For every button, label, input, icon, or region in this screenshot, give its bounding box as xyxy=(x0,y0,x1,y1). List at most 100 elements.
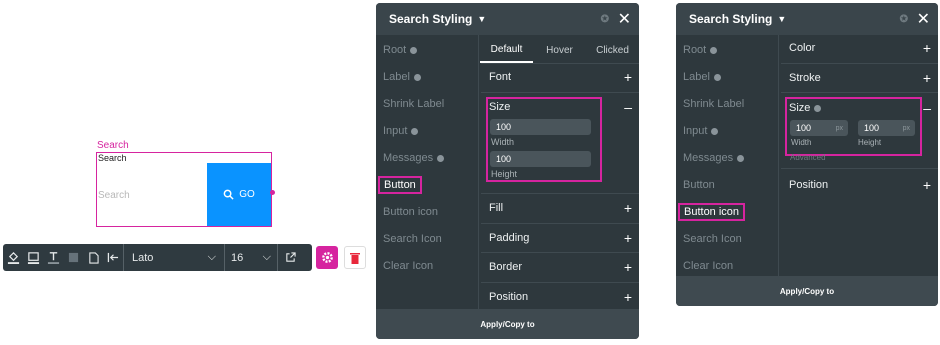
text-color-icon[interactable] xyxy=(43,244,63,271)
apply-copy-button[interactable]: Apply/Copy to xyxy=(676,276,938,306)
sidebar-item-label: Button icon xyxy=(684,206,740,218)
section-label: Size xyxy=(489,101,511,113)
fill-bucket-icon[interactable] xyxy=(3,244,23,271)
sidebar-item-button-icon[interactable]: Button icon xyxy=(678,203,746,221)
border-icon[interactable] xyxy=(23,244,43,271)
apply-copy-button[interactable]: Apply/Copy to xyxy=(376,309,639,339)
tab-default[interactable]: Default xyxy=(480,38,533,63)
sidebar-item-shrink-label[interactable]: Shrink Label xyxy=(683,98,744,110)
tab-hover[interactable]: Hover xyxy=(533,39,586,62)
sidebar-item-label[interactable]: Label xyxy=(383,71,421,83)
plus-icon[interactable]: + xyxy=(624,289,632,305)
layer-icon[interactable] xyxy=(63,244,83,271)
font-select[interactable]: Lato ⌵ xyxy=(124,251,224,264)
sidebar-item-label: Shrink Label xyxy=(383,98,445,110)
section-padding[interactable]: Padding + xyxy=(489,224,632,252)
go-button[interactable]: GO xyxy=(207,163,271,226)
width-label: Width xyxy=(791,138,812,147)
section-label-wrap: Size xyxy=(789,102,822,114)
info-icon xyxy=(710,46,718,54)
sidebar-item-button[interactable]: Button xyxy=(683,179,715,191)
tab-clicked[interactable]: Clicked xyxy=(586,39,639,62)
widget-title: Search xyxy=(98,153,127,163)
section-border[interactable]: Border + xyxy=(489,253,632,281)
sidebar-item-shrink-label[interactable]: Shrink Label xyxy=(383,98,444,110)
element-toolbar: Lato ⌵ 16 ⌵ xyxy=(3,244,312,271)
delete-button[interactable] xyxy=(344,246,366,269)
info-icon xyxy=(411,127,419,135)
section-label: Size xyxy=(789,102,811,114)
sidebar-item-messages[interactable]: Messages xyxy=(383,152,445,164)
external-link-icon[interactable] xyxy=(278,244,302,271)
style-panel-button: Search Styling ▼ ✪ ✕ Root Label Shrink L… xyxy=(376,3,639,339)
section-size[interactable]: Size – xyxy=(489,93,632,121)
style-panel-button-icon: Search Styling ▼ ✪ ✕ Root Label Shrink L… xyxy=(676,3,938,306)
section-color[interactable]: Color + xyxy=(789,34,931,62)
sidebar-item-clear-icon[interactable]: Clear Icon xyxy=(383,260,433,272)
sidebar-item-root[interactable]: Root xyxy=(383,44,418,56)
section-position[interactable]: Position + xyxy=(489,283,632,311)
search-input[interactable]: Search xyxy=(97,163,207,226)
pin-icon[interactable]: ✪ xyxy=(900,14,908,25)
chevron-down-icon[interactable]: ▼ xyxy=(777,14,786,24)
close-icon[interactable]: ✕ xyxy=(618,9,631,29)
settings-button[interactable] xyxy=(316,246,338,269)
search-icon xyxy=(223,189,234,200)
height-value: 100 xyxy=(864,123,880,133)
plus-icon[interactable]: + xyxy=(923,177,931,193)
width-unit: px xyxy=(835,124,843,132)
section-font[interactable]: Font + xyxy=(489,63,632,91)
go-label: GO xyxy=(239,189,255,200)
section-label: Fill xyxy=(489,202,504,214)
sidebar-item-root[interactable]: Root xyxy=(683,44,718,56)
sidebar-item-label: Root xyxy=(683,44,707,56)
height-input[interactable]: 100 px xyxy=(858,120,915,136)
height-value: 100 xyxy=(496,154,512,164)
plus-icon[interactable]: + xyxy=(624,200,632,216)
panel-header: Search Styling ▼ ✪ ✕ xyxy=(676,3,938,35)
info-icon xyxy=(413,73,421,81)
minus-icon[interactable]: – xyxy=(923,100,931,116)
chevron-down-icon: ⌵ xyxy=(207,251,216,263)
section-position[interactable]: Position + xyxy=(789,171,931,199)
sidebar-item-button[interactable]: Button xyxy=(378,176,422,194)
sidebar-item-input[interactable]: Input xyxy=(683,125,719,137)
section-label: Border xyxy=(489,261,523,273)
plus-icon[interactable]: + xyxy=(624,259,632,275)
height-label: Height xyxy=(491,169,518,179)
advanced-link[interactable]: Advanced xyxy=(790,153,826,162)
search-input-placeholder: Search xyxy=(98,190,130,201)
sidebar-item-label[interactable]: Label xyxy=(683,71,721,83)
sidebar-item-input[interactable]: Input xyxy=(383,125,419,137)
chevron-down-icon[interactable]: ▼ xyxy=(477,14,486,24)
panel-title: Search Styling xyxy=(689,12,773,26)
close-icon[interactable]: ✕ xyxy=(917,9,930,29)
minus-icon[interactable]: – xyxy=(624,99,632,115)
sidebar-item-search-icon[interactable]: Search Icon xyxy=(383,233,442,245)
plus-icon[interactable]: + xyxy=(624,69,632,85)
document-icon[interactable] xyxy=(83,244,103,271)
pin-icon[interactable]: ✪ xyxy=(601,14,609,25)
resize-handle[interactable] xyxy=(270,190,275,195)
plus-icon[interactable]: + xyxy=(624,230,632,246)
plus-icon[interactable]: + xyxy=(923,40,931,56)
section-label: Stroke xyxy=(789,72,821,84)
align-left-icon[interactable] xyxy=(103,244,123,271)
sidebar-item-clear-icon[interactable]: Clear Icon xyxy=(683,260,733,272)
height-label: Height xyxy=(858,138,882,147)
height-input[interactable]: 100 xyxy=(490,151,591,167)
info-icon xyxy=(437,154,445,162)
sidebar-item-label: Messages xyxy=(683,152,734,164)
sidebar-item-search-icon[interactable]: Search Icon xyxy=(683,233,742,245)
section-fill[interactable]: Fill + xyxy=(489,194,632,222)
width-input[interactable]: 100 xyxy=(490,119,591,135)
sidebar-item-label: Input xyxy=(683,125,708,137)
width-input[interactable]: 100 px xyxy=(790,120,848,136)
section-size[interactable]: Size – xyxy=(789,94,931,122)
sidebar-item-button-icon[interactable]: Button icon xyxy=(383,206,438,218)
section-stroke[interactable]: Stroke + xyxy=(789,64,931,92)
plus-icon[interactable]: + xyxy=(923,70,931,86)
sidebar-item-messages[interactable]: Messages xyxy=(683,152,745,164)
font-size-select[interactable]: 16 ⌵ xyxy=(225,251,277,264)
section-label: Position xyxy=(489,291,529,303)
